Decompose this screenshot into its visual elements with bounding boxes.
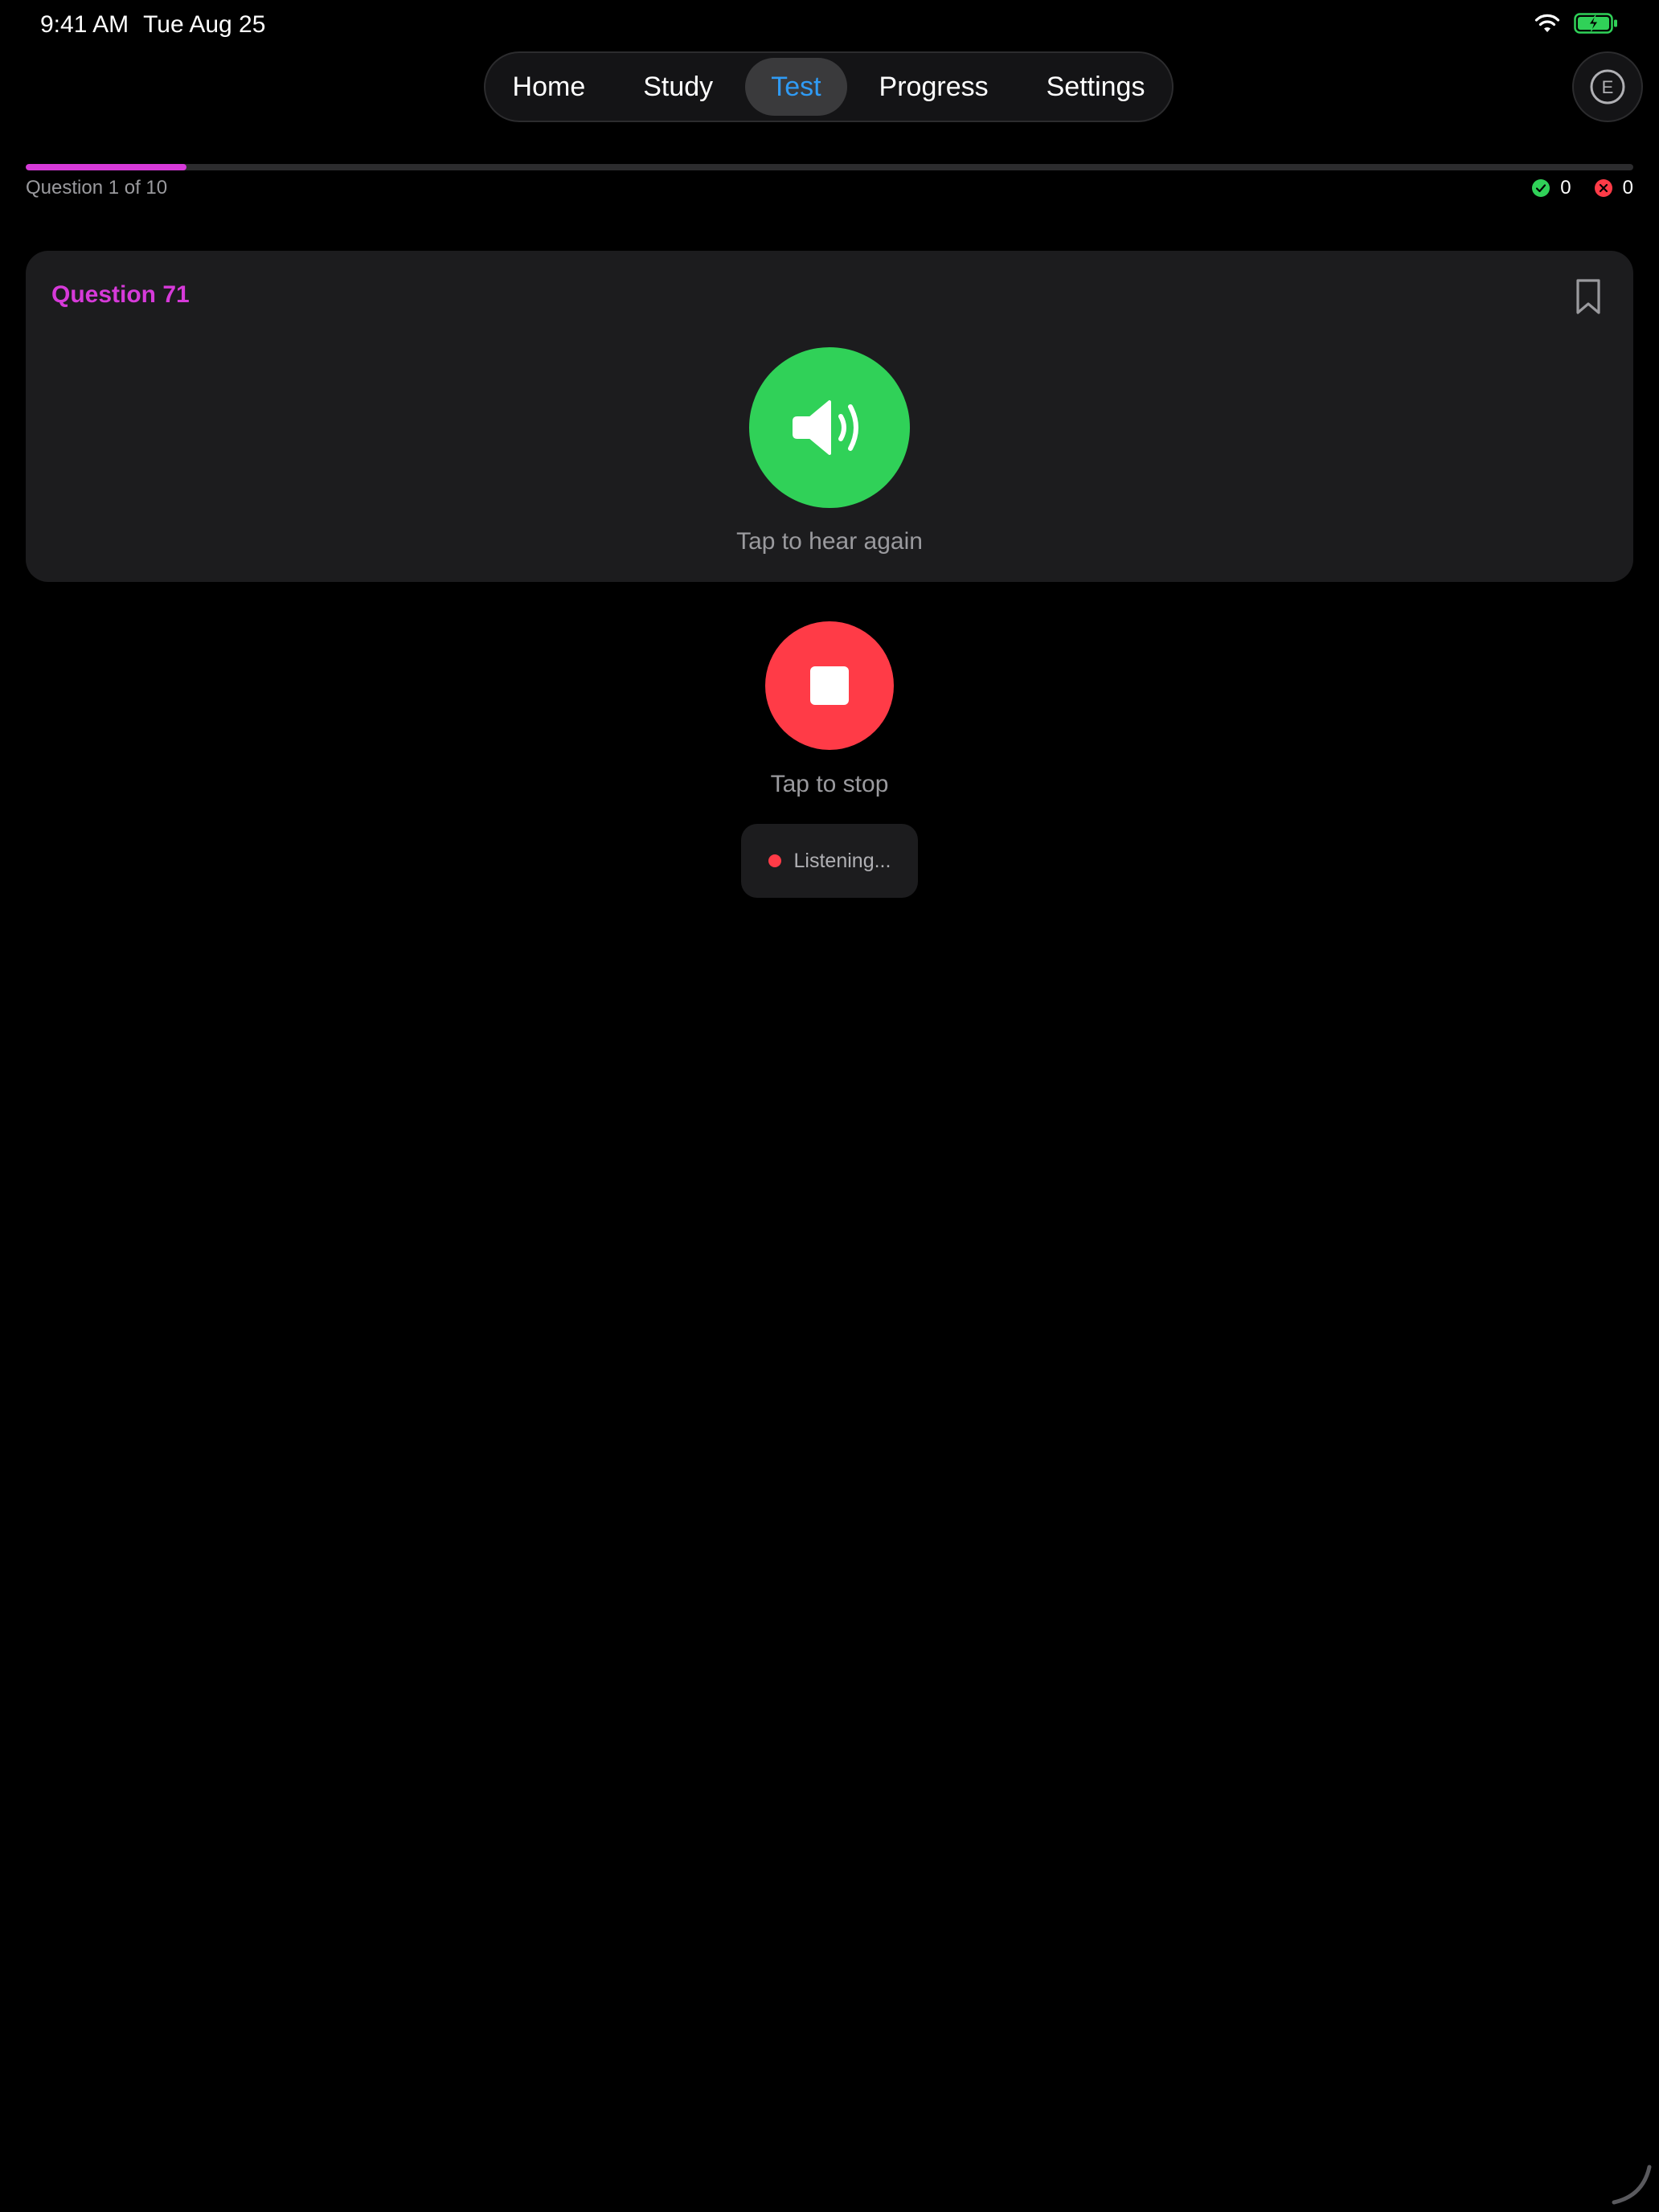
listening-status: Listening... — [741, 824, 918, 898]
hear-again-label: Tap to hear again — [736, 528, 923, 555]
question-title: Question 71 — [51, 281, 190, 308]
status-time: 9:41 AM — [40, 11, 129, 38]
incorrect-score: 0 — [1594, 177, 1633, 199]
status-icons — [1534, 13, 1619, 34]
stop-recording-button[interactable] — [765, 621, 894, 750]
correct-score: 0 — [1531, 177, 1571, 199]
wifi-icon — [1534, 14, 1560, 32]
status-time-date: 9:41 AM Tue Aug 25 — [40, 11, 265, 39]
top-nav: Home Study Test Progress Settings — [484, 51, 1174, 122]
listening-label: Listening... — [793, 849, 891, 872]
avatar-letter: E — [1602, 77, 1614, 97]
score-tally: 0 0 — [1531, 177, 1633, 199]
question-progress-fill — [26, 164, 186, 170]
incorrect-count: 0 — [1622, 177, 1633, 199]
question-progress-label: Question 1 of 10 — [26, 177, 168, 199]
question-progress-bar — [26, 164, 1633, 170]
avatar-letter-icon: E — [1590, 69, 1625, 104]
resize-handle-icon — [1612, 2165, 1652, 2205]
speaker-icon — [793, 400, 858, 455]
correct-count: 0 — [1560, 177, 1571, 199]
battery-charging-icon — [1574, 13, 1617, 34]
tab-settings[interactable]: Settings — [1021, 58, 1171, 116]
recording-dot-icon — [768, 854, 781, 867]
tab-test[interactable]: Test — [745, 58, 847, 116]
play-audio-button[interactable] — [749, 347, 910, 508]
x-circle-icon — [1594, 179, 1612, 197]
tab-progress[interactable]: Progress — [854, 58, 1014, 116]
status-bar: 9:41 AM Tue Aug 25 — [0, 0, 1659, 51]
bookmark-icon[interactable] — [1574, 278, 1603, 315]
tab-home[interactable]: Home — [487, 58, 612, 116]
stop-label: Tap to stop — [770, 771, 889, 797]
profile-avatar-button[interactable]: E — [1572, 51, 1643, 122]
tab-study[interactable]: Study — [617, 58, 739, 116]
check-circle-icon — [1532, 179, 1550, 197]
status-date: Tue Aug 25 — [143, 11, 266, 38]
question-card: Question 71 Tap to hear again — [26, 251, 1633, 582]
stop-icon — [810, 666, 849, 705]
